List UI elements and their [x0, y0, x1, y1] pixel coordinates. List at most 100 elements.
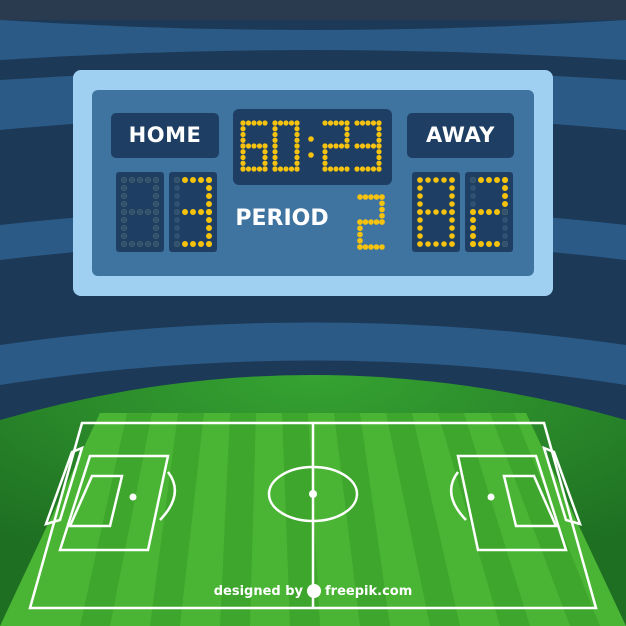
clock-min-ones-segment-f-dot — [272, 137, 278, 143]
clock-sec-ones-segment-g-dot — [359, 143, 366, 149]
clock-min-ones-segment-e-dot — [272, 154, 278, 161]
away-tens-segment-e-dot — [417, 241, 423, 247]
clock-sec-tens-segment-g-dot — [338, 143, 345, 149]
clock-sec-tens-segment-e-dot — [322, 166, 328, 172]
clock-min-tens-segment-g-dot — [256, 143, 263, 149]
away-score-segment-f-dot — [470, 201, 476, 207]
away-tens-segment-e-dot — [417, 233, 423, 239]
home-tens-segment-a-dot — [137, 177, 143, 183]
clock-min-tens-segment-a-dot — [256, 120, 263, 126]
period-segment-b-dot — [379, 206, 385, 213]
period-segment-d-dot — [368, 244, 374, 250]
clock-min-tens-segment-c-dot — [262, 143, 268, 149]
clock-sec-tens-segment-b-dot — [344, 126, 350, 132]
clock-sec-ones-segment-a-dot — [359, 120, 366, 126]
clock-sec-tens-segment-e-dot — [322, 143, 328, 149]
home-score-segment-c-dot — [206, 241, 212, 247]
clock-min-tens-segment-f-dot — [240, 126, 246, 132]
away-score-segment-f-dot — [470, 185, 476, 191]
period-segment-d-dot — [362, 244, 369, 250]
clock-min-tens-segment-a-dot — [245, 120, 252, 126]
away-score-segment-e-dot — [470, 233, 476, 239]
period-segment-e-dot — [357, 244, 363, 250]
clock-sec-ones-segment-a-dot — [370, 120, 377, 126]
credit-brand: freepik.com — [325, 584, 413, 599]
away-score-segment-g-dot — [494, 209, 500, 215]
away-score-segment-b-dot — [502, 193, 508, 199]
home-score-segment-e-dot — [174, 217, 180, 223]
away-score-segment-a-dot — [486, 177, 492, 183]
home-tens-segment-f-dot — [121, 193, 127, 199]
clock-min-ones-segment-f-dot — [272, 126, 278, 132]
clock-min-ones-segment-a-dot — [288, 120, 295, 126]
home-score-segment-f-dot — [174, 201, 180, 207]
clock-min-ones-segment-b-dot — [294, 120, 300, 126]
clock-sec-ones-segment-c-dot — [376, 149, 382, 155]
home-label: HOME — [111, 113, 219, 158]
home-tens-segment-c-dot — [153, 233, 159, 239]
away-tens-segment-g-dot — [425, 209, 431, 215]
freepik-logo-icon — [307, 583, 322, 598]
away-tens-segment-g-dot — [441, 209, 447, 215]
away-tens-segment-a-dot — [425, 177, 431, 183]
home-tens-segment-a-dot — [145, 177, 151, 183]
period-segment-b-dot — [379, 200, 385, 207]
away-tens-segment-b-dot — [449, 193, 455, 199]
away-score-segment-e-dot — [470, 209, 476, 215]
home-score-segment-f-dot — [174, 185, 180, 191]
clock-min-tens-segment-e-dot — [240, 160, 246, 166]
home-score-segment-e-dot — [174, 209, 180, 215]
clock-separator-dot — [308, 152, 314, 158]
clock-min-ones-segment-f-dot — [272, 120, 278, 126]
clock-min-tens-segment-f-dot — [240, 120, 246, 126]
period-segment-g-dot — [368, 219, 374, 225]
clock-sec-ones-segment-d-dot — [365, 166, 371, 172]
away-tens-segment-c-dot — [449, 241, 455, 247]
clock-min-ones-segment-f-dot — [272, 131, 278, 138]
home-score-segment-g-dot — [182, 209, 188, 215]
home-score-segment-a-dot — [190, 177, 196, 183]
home-score-segment-d-dot — [198, 241, 204, 247]
period-segment-g-dot — [373, 219, 380, 225]
clock-min-tens-segment-e-dot — [240, 166, 246, 172]
clock-sec-ones-segment-d-dot — [359, 166, 366, 172]
clock-min-tens-segment-d-dot — [251, 166, 257, 172]
clock-sec-tens-segment-d-dot — [338, 166, 345, 172]
home-score-segment-c-dot — [206, 217, 212, 223]
clock-sec-tens-segment-g-dot — [327, 143, 334, 149]
home-tens-segment-g-dot — [129, 209, 135, 215]
clock-min-ones-segment-d-dot — [283, 166, 289, 172]
clock-min-tens-segment-a-dot — [262, 120, 268, 126]
clock-sec-tens-segment-b-dot — [344, 120, 350, 126]
home-tens-segment-e-dot — [121, 233, 127, 239]
away-score-segment-f-dot — [470, 177, 476, 183]
home-tens-segment-f-dot — [121, 185, 127, 191]
clock-display — [240, 120, 382, 172]
clock-min-ones-segment-b-dot — [294, 137, 300, 143]
home-score-segment-a-dot — [198, 177, 204, 183]
away-score-segment-c-dot — [502, 225, 508, 231]
away-tens-segment-f-dot — [417, 193, 423, 199]
clock-min-ones-segment-e-dot — [272, 160, 278, 166]
scoreboard: HOME AWAY PERIOD — [73, 70, 553, 296]
clock-min-tens-segment-c-dot — [262, 166, 268, 172]
clock-sec-ones-segment-c-dot — [376, 166, 382, 172]
home-tens-segment-a-dot — [129, 177, 135, 183]
home-score — [169, 172, 217, 252]
home-tens-segment-e-dot — [121, 225, 127, 231]
home-tens-segment-b-dot — [153, 201, 159, 207]
away-label: AWAY — [407, 113, 514, 158]
period-segment-b-dot — [379, 194, 385, 200]
clock-sec-ones-segment-d-dot — [370, 166, 377, 172]
clock-sec-tens-segment-b-dot — [344, 137, 350, 143]
clock-sec-tens-segment-a-dot — [338, 120, 345, 126]
home-score-segment-b-dot — [206, 193, 212, 199]
clock-sec-tens-segment-d-dot — [333, 166, 339, 172]
clock-min-tens-segment-e-dot — [240, 149, 246, 155]
stadium-scene: HOME AWAY PERIOD designed by freepik.com — [0, 0, 626, 626]
away-tens-segment-d-dot — [441, 241, 447, 247]
clock-min-tens-segment-f-dot — [240, 137, 246, 143]
clock-min-ones-segment-e-dot — [272, 143, 278, 149]
home-score-segment-e-dot — [174, 225, 180, 231]
clock-min-ones-segment-e-dot — [272, 166, 278, 172]
